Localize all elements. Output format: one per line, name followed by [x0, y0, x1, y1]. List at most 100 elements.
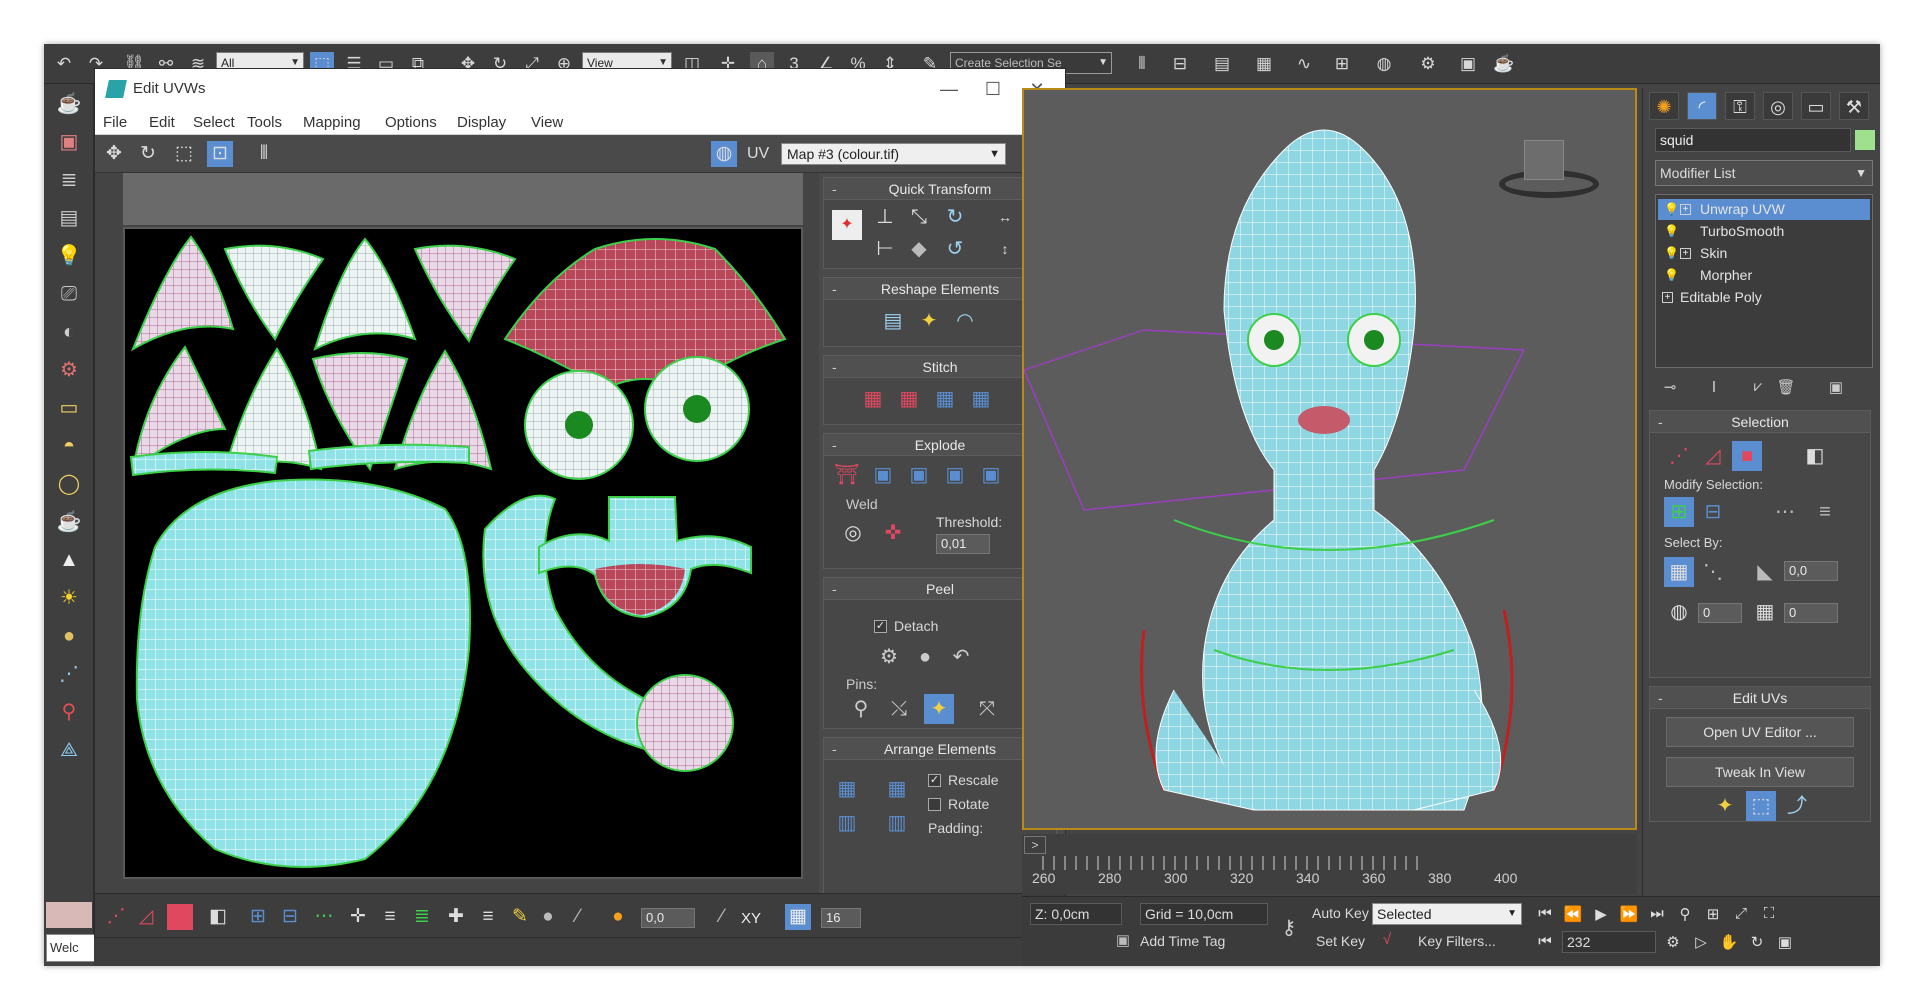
half-moon-icon[interactable]: ◐	[55, 318, 83, 346]
object-color-swatch[interactable]	[1855, 130, 1875, 150]
uv-shell-body[interactable]	[135, 478, 471, 868]
show-end-result-icon[interactable]: Ⅰ	[1703, 378, 1725, 396]
flatten-settings-icon[interactable]: ▣	[976, 460, 1006, 490]
mirror-icon[interactable]: ⫴	[251, 141, 277, 167]
key-mode-toggle-icon[interactable]: ⚲	[1674, 905, 1696, 923]
lightbulb-icon[interactable]: 💡	[1664, 268, 1679, 282]
menu-options[interactable]: Options	[385, 114, 437, 131]
uv-shell-suction[interactable]	[636, 674, 734, 772]
z-coordinate-field[interactable]: Z: 0,0cm	[1030, 903, 1122, 925]
select-by-material-icon[interactable]: ◍	[1664, 597, 1694, 627]
straighten-icon[interactable]: ◆	[904, 234, 934, 264]
set-key-button[interactable]: Set Key	[1316, 933, 1365, 949]
stitch-to-source-icon[interactable]: ▦	[930, 384, 960, 414]
undo-icon[interactable]: ↶	[52, 52, 76, 76]
grid-snap-icon[interactable]: ▦	[785, 904, 811, 930]
mirror-icon[interactable]: ⫴	[1130, 52, 1154, 76]
key-mode-dropdown[interactable]: Selected ▼	[1372, 903, 1522, 925]
paint-select-icon[interactable]: ✚	[443, 904, 469, 930]
vertex-mode-icon[interactable]: ⋰	[103, 904, 129, 930]
field-of-view-icon[interactable]: ▷	[1690, 933, 1712, 951]
stack-item-skin[interactable]: 💡 + Skin	[1658, 243, 1870, 264]
grow-selection-icon[interactable]: ⊞	[245, 904, 271, 930]
align-vertical-icon[interactable]: ⊢	[870, 234, 900, 264]
space-horizontal-icon[interactable]: ↔	[990, 202, 1020, 232]
light-icon[interactable]: 💡	[55, 242, 83, 270]
uv-space-icon[interactable]: ◍	[711, 141, 737, 167]
reset-peel-icon[interactable]: ↶	[946, 642, 976, 672]
select-by-edge-loop-icon[interactable]: ⋱	[1698, 557, 1728, 587]
tweak-in-view-button[interactable]: Tweak In View	[1666, 757, 1854, 787]
next-frame-icon[interactable]: ⏩	[1618, 905, 1640, 923]
uv-shell[interactable]	[223, 347, 323, 471]
time-tag-icon[interactable]: ▣	[1112, 931, 1134, 949]
falloff-icon[interactable]: ●	[535, 904, 561, 930]
relax-settings-icon[interactable]: ◠	[950, 306, 980, 336]
weld-selected-icon[interactable]: ◎	[838, 518, 868, 548]
transform-pivot-icon[interactable]: ✦	[832, 210, 862, 240]
threshold-spinner[interactable]: 0,01	[936, 534, 990, 554]
select-by-angle-icon[interactable]: ◣	[1750, 557, 1780, 587]
orbit-icon[interactable]: ↻	[1746, 933, 1768, 951]
align-icon[interactable]: ⊟	[1168, 52, 1192, 76]
select-by-element-icon[interactable]: ▦	[1664, 557, 1694, 587]
material-id-spinner[interactable]: 0	[1698, 603, 1742, 623]
rotate-icon[interactable]: ↻	[135, 141, 161, 167]
align-gizmo-icon[interactable]: ⤴	[1782, 791, 1812, 821]
schematic-view-icon[interactable]: ⊞	[1330, 52, 1354, 76]
stack-item-editable-poly[interactable]: + Editable Poly	[1658, 287, 1870, 308]
render-setup-icon[interactable]: ⚙	[1416, 52, 1440, 76]
grid-count-spinner[interactable]: 16	[821, 908, 861, 928]
shrink-icon[interactable]: ⊟	[1698, 497, 1728, 527]
disc-icon[interactable]: ●	[55, 622, 83, 650]
time-configuration-icon[interactable]: ⚙	[1662, 933, 1684, 951]
flatten-by-material-icon[interactable]: ▣	[940, 460, 970, 490]
break-icon[interactable]: ⛩	[832, 460, 862, 490]
align-diagonal-icon[interactable]: ⤡	[904, 202, 934, 232]
zoom-extents-icon[interactable]: ⊞	[1702, 905, 1724, 923]
flatten-by-polygon-icon[interactable]: ▣	[868, 460, 898, 490]
film-icon[interactable]: ⚙	[55, 356, 83, 384]
uvw-title-bar[interactable]: Edit UVWs — ☐ ✕	[95, 69, 1065, 109]
sun-icon[interactable]: ☀	[55, 584, 83, 612]
configure-modifier-sets-icon[interactable]: ▣	[1825, 378, 1847, 396]
current-frame-field[interactable]: 232	[1562, 931, 1656, 953]
bone-icon[interactable]: ⚲	[55, 698, 83, 726]
stitch-to-target-icon[interactable]: ▦	[858, 384, 888, 414]
element-select-icon[interactable]: ◧	[1800, 441, 1830, 471]
ring-icon[interactable]: ✛	[345, 904, 371, 930]
polygon-select-icon[interactable]: ■	[1732, 441, 1762, 471]
planar-map-icon[interactable]: ⬚	[1746, 791, 1776, 821]
pin-icon[interactable]: ⚲	[846, 694, 876, 724]
falloff-spinner[interactable]: 0,0	[641, 908, 695, 928]
flatten-by-smoothing-icon[interactable]: ▣	[904, 460, 934, 490]
render-production-icon[interactable]: ☕	[1492, 52, 1516, 76]
motion-tab-icon[interactable]: ◎	[1763, 92, 1793, 120]
lightbulb-icon[interactable]: 💡	[1664, 202, 1679, 216]
stack-item-turbosmooth[interactable]: 💡 TurboSmooth	[1658, 221, 1870, 242]
display-tab-icon[interactable]: ▭	[1801, 92, 1831, 120]
stitch-settings-icon[interactable]: ▦	[966, 384, 996, 414]
object-name-field[interactable]: squid	[1655, 128, 1851, 152]
uv-shell-head[interactable]	[503, 238, 787, 391]
menu-tools[interactable]: Tools	[247, 114, 282, 131]
make-unique-icon[interactable]: ⩗	[1747, 378, 1769, 395]
teapot-icon[interactable]: ☕	[55, 90, 83, 118]
timeline-ruler[interactable]	[1042, 856, 1422, 870]
squid-mesh[interactable]	[1202, 129, 1483, 811]
pin-stack-icon[interactable]: ⊸	[1659, 378, 1681, 396]
loop-select-icon[interactable]: ⋯	[1770, 497, 1800, 527]
hierarchy-tab-icon[interactable]: ⚿	[1725, 92, 1755, 120]
timeline-expand-icon[interactable]: >	[1024, 836, 1046, 854]
uv-shell[interactable]	[131, 345, 227, 472]
edge-loop-icon[interactable]: ≣	[409, 904, 435, 930]
hemisphere-icon[interactable]: ◓	[55, 432, 83, 460]
zoom-region-icon[interactable]: ⤢	[1730, 905, 1752, 922]
pan-view-icon[interactable]: ✋	[1718, 933, 1740, 951]
teapot-primitive-icon[interactable]: ☕	[55, 508, 83, 536]
uv-editor-canvas[interactable]	[123, 227, 803, 879]
uv-shell[interactable]	[223, 244, 325, 341]
lightbulb-icon[interactable]: 💡	[1664, 246, 1679, 260]
stack-item-unwrap-uvw[interactable]: 💡 + Unwrap UVW	[1658, 199, 1870, 220]
pack-settings-icon[interactable]: ▥	[882, 808, 912, 838]
